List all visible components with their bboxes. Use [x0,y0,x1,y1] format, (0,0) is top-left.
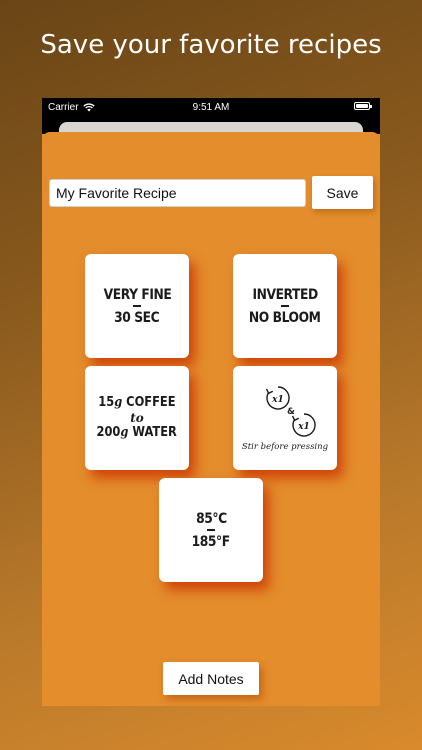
stir-count-second: x1 [297,422,310,432]
divider [133,304,141,307]
grind-card[interactable]: VERY FINE 30 SEC [85,254,189,358]
stir-count-first: x1 [271,395,284,405]
brew-orientation: INVERTED [252,286,318,303]
to-label: to [130,411,144,425]
coffee-amount: 15 [98,395,115,410]
divider [207,528,215,531]
coffee-dose: 15g COFFEE [98,395,175,411]
divider [281,304,289,307]
clockwise-arrow-icon: x1 [291,413,316,437]
coffee-unit: g [114,395,123,410]
temperature-card[interactable]: 85°C 185°F [159,478,263,582]
status-time: 9:51 AM [192,102,230,113]
battery-icon [354,102,372,110]
temperature-fahrenheit: 185°F [191,533,231,550]
recipe-name-field[interactable] [49,179,306,207]
water-unit: g [120,425,129,440]
bloom-setting: NO BLOOM [249,309,321,326]
save-button[interactable]: Save [312,176,373,209]
stir-caption: Stir before pressing [241,442,329,452]
coffee-label: COFFEE [126,395,176,410]
phone-screen: Carrier 9:51 AM Save VERY FINE 30 SEC IN… [42,98,380,706]
ratio-card[interactable]: 15g COFFEE to 200g WATER [85,366,189,470]
stir-diagram: x1 & x1 [250,384,320,440]
grind-duration: 30 SEC [114,309,160,326]
stir-card[interactable]: x1 & x1 Stir before pressing [233,366,337,470]
recipe-sheet: Save VERY FINE 30 SEC INVERTED NO BLOOM … [42,132,380,706]
water-label: WATER [132,425,178,440]
add-notes-button[interactable]: Add Notes [163,662,259,695]
grind-size: VERY FINE [103,286,171,303]
water-dose: 200g WATER [97,425,177,441]
method-card[interactable]: INVERTED NO BLOOM [233,254,337,358]
temperature-celsius: 85°C [195,510,227,527]
promo-headline: Save your favorite recipes [40,30,382,60]
water-amount: 200 [96,425,121,440]
